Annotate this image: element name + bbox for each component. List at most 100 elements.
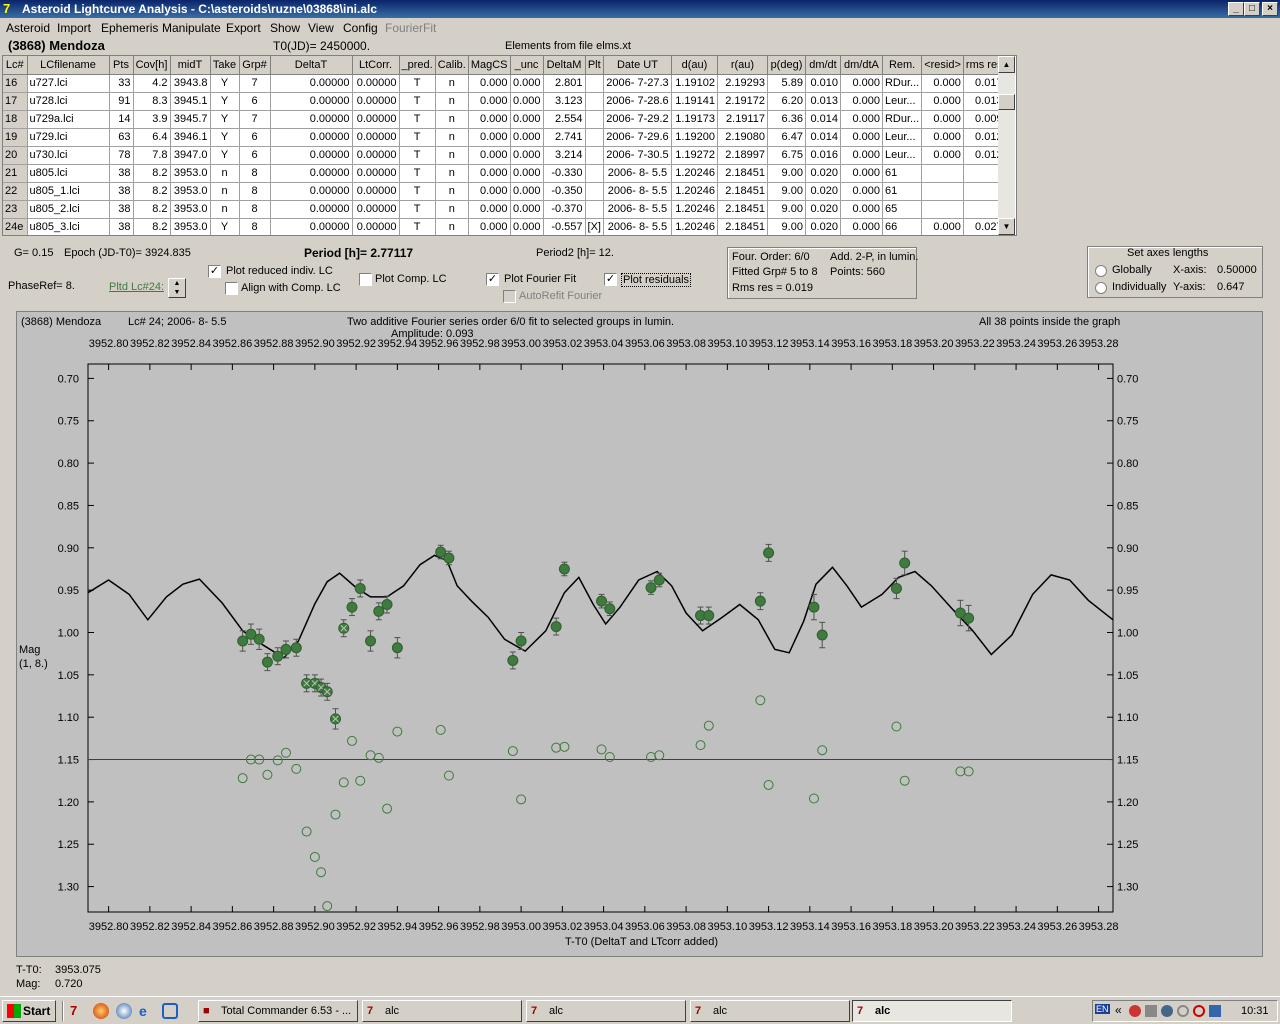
table-cell[interactable] xyxy=(921,200,964,219)
table-cell[interactable]: 0.00000 xyxy=(352,110,400,129)
browser-icon[interactable] xyxy=(116,1003,132,1019)
table-cell[interactable]: 0.000 xyxy=(921,92,964,111)
table-cell[interactable]: n xyxy=(435,182,469,201)
table-cell[interactable]: 0.00000 xyxy=(270,146,353,165)
table-cell[interactable]: 2006- 7-30.5 xyxy=(603,146,672,165)
table-cell[interactable]: 8 xyxy=(239,200,271,219)
table-cell[interactable]: 0.000 xyxy=(468,218,511,235)
row-number[interactable]: 23 xyxy=(3,200,28,219)
table-cell[interactable]: n xyxy=(210,200,240,219)
table-cell[interactable]: 0.00000 xyxy=(270,218,353,235)
table-cell[interactable]: 0.000 xyxy=(840,146,883,165)
xaxis-value[interactable]: 0.50000 xyxy=(1217,264,1257,276)
table-cell[interactable]: T xyxy=(399,92,436,111)
table-cell[interactable]: 0.000 xyxy=(840,110,883,129)
table-cell[interactable]: -0.330 xyxy=(543,164,586,183)
table-cell[interactable]: 0.000 xyxy=(921,110,964,129)
table-cell[interactable]: 8 xyxy=(239,164,271,183)
table-cell[interactable]: 38 xyxy=(109,182,134,201)
table-cell[interactable]: 2.554 xyxy=(543,110,586,129)
table-cell[interactable]: 3947.0 xyxy=(170,146,211,165)
table-cell[interactable]: 2.18451 xyxy=(717,182,768,201)
column-header[interactable]: LtCorr. xyxy=(352,56,400,75)
start-button[interactable]: Start xyxy=(2,1000,56,1022)
table-cell[interactable]: 2006- 8- 5.5 xyxy=(603,200,672,219)
tray-icon-5[interactable] xyxy=(1193,1005,1205,1017)
column-header[interactable]: Rem. xyxy=(882,56,923,75)
table-cell[interactable]: 3945.7 xyxy=(170,110,211,129)
table-cell[interactable]: 1.19173 xyxy=(671,110,718,129)
column-header[interactable]: DeltaT xyxy=(270,56,353,75)
table-cell[interactable]: n xyxy=(435,164,469,183)
title-bar[interactable]: 7 Asteroid Lightcurve Analysis - C:\aste… xyxy=(0,0,1280,18)
lightcurve-plot-panel[interactable]: (3868) Mendoza Lc# 24; 2006- 8- 5.5 Two … xyxy=(16,311,1263,957)
column-header[interactable]: Cov[h] xyxy=(133,56,171,75)
task-alc-2[interactable]: 7 alc xyxy=(526,1000,686,1022)
table-cell[interactable]: 9.00 xyxy=(767,200,806,219)
table-cell[interactable]: u729.lci xyxy=(27,128,110,147)
table-cell[interactable]: u727.lci xyxy=(27,74,110,93)
table-cell[interactable] xyxy=(585,146,604,165)
table-cell[interactable]: 0.00000 xyxy=(270,74,353,93)
table-cell[interactable]: 8 xyxy=(239,218,271,235)
table-cell[interactable]: 7 xyxy=(239,110,271,129)
table-cell[interactable]: 0.00000 xyxy=(352,74,400,93)
table-cell[interactable]: Y xyxy=(210,74,240,93)
table-cell[interactable]: u805.lci xyxy=(27,164,110,183)
table-cell[interactable]: -0.370 xyxy=(543,200,586,219)
row-number[interactable]: 16 xyxy=(3,74,28,93)
table-cell[interactable]: 8.2 xyxy=(133,164,171,183)
table-cell[interactable]: 0.00000 xyxy=(270,164,353,183)
column-header[interactable]: d(au) xyxy=(671,56,718,75)
row-number[interactable]: 20 xyxy=(3,146,28,165)
menu-export[interactable]: Export xyxy=(226,21,261,35)
table-row[interactable]: 21 u805.lci 38 8.2 3953.0 n 8 0.00000 0.00000 Tn 0… xyxy=(3,164,1006,183)
table-cell[interactable]: 6.36 xyxy=(767,110,806,129)
table-cell[interactable]: 0.000 xyxy=(468,128,511,147)
table-cell[interactable]: 0.00000 xyxy=(352,128,400,147)
yaxis-value[interactable]: 0.647 xyxy=(1217,281,1245,293)
table-cell[interactable]: 3.9 xyxy=(133,110,171,129)
task-alc-4[interactable]: 7 alc xyxy=(852,1000,1012,1022)
table-cell[interactable]: 0.014 xyxy=(805,110,841,129)
table-cell[interactable]: 3953.0 xyxy=(170,182,211,201)
column-header[interactable]: Lc# xyxy=(3,56,28,75)
tray-icon-6[interactable] xyxy=(1209,1005,1221,1017)
table-cell[interactable]: T xyxy=(399,128,436,147)
column-header[interactable]: MagCS xyxy=(468,56,511,75)
table-cell[interactable]: 0.000 xyxy=(840,74,883,93)
menu-ephemeris[interactable]: Ephemeris xyxy=(101,21,158,35)
column-header[interactable]: dm/dt xyxy=(805,56,841,75)
table-cell[interactable]: 0.000 xyxy=(510,74,544,93)
table-cell[interactable]: 0.020 xyxy=(805,164,841,183)
table-cell[interactable]: 3.123 xyxy=(543,92,586,111)
table-cell[interactable]: 61 xyxy=(882,164,923,183)
table-cell[interactable]: 5.89 xyxy=(767,74,806,93)
table-cell[interactable]: 2.18451 xyxy=(717,218,768,235)
period-value[interactable]: Period [h]= 2.77117 xyxy=(304,246,413,260)
table-cell[interactable] xyxy=(585,182,604,201)
table-cell[interactable]: -0.350 xyxy=(543,182,586,201)
table-cell[interactable]: 6.47 xyxy=(767,128,806,147)
table-cell[interactable]: 3953.0 xyxy=(170,200,211,219)
table-cell[interactable]: 0.010 xyxy=(805,74,841,93)
table-cell[interactable]: 2006- 7-27.3 xyxy=(603,74,672,93)
column-header[interactable]: LCfilename xyxy=(27,56,110,75)
table-cell[interactable]: 2.19172 xyxy=(717,92,768,111)
plot-fourier-label[interactable]: Plot Fourier Fit xyxy=(504,273,576,285)
table-cell[interactable]: 9.00 xyxy=(767,182,806,201)
table-cell[interactable]: 0.000 xyxy=(468,110,511,129)
table-cell[interactable]: n xyxy=(435,110,469,129)
column-header[interactable]: DeltaM xyxy=(543,56,586,75)
table-row[interactable]: 19 u729.lci 63 6.4 3946.1 Y 6 0.00000 0.00000 Tn 0… xyxy=(3,128,1006,147)
table-cell[interactable] xyxy=(585,164,604,183)
table-cell[interactable]: 8.3 xyxy=(133,92,171,111)
table-cell[interactable]: 6.75 xyxy=(767,146,806,165)
table-cell[interactable]: n xyxy=(210,182,240,201)
table-cell[interactable]: 0.016 xyxy=(805,146,841,165)
table-cell[interactable]: 1.20246 xyxy=(671,164,718,183)
table-cell[interactable]: T xyxy=(399,164,436,183)
table-cell[interactable]: 0.020 xyxy=(805,218,841,235)
table-cell[interactable]: 0.00000 xyxy=(352,146,400,165)
table-cell[interactable]: Y xyxy=(210,110,240,129)
